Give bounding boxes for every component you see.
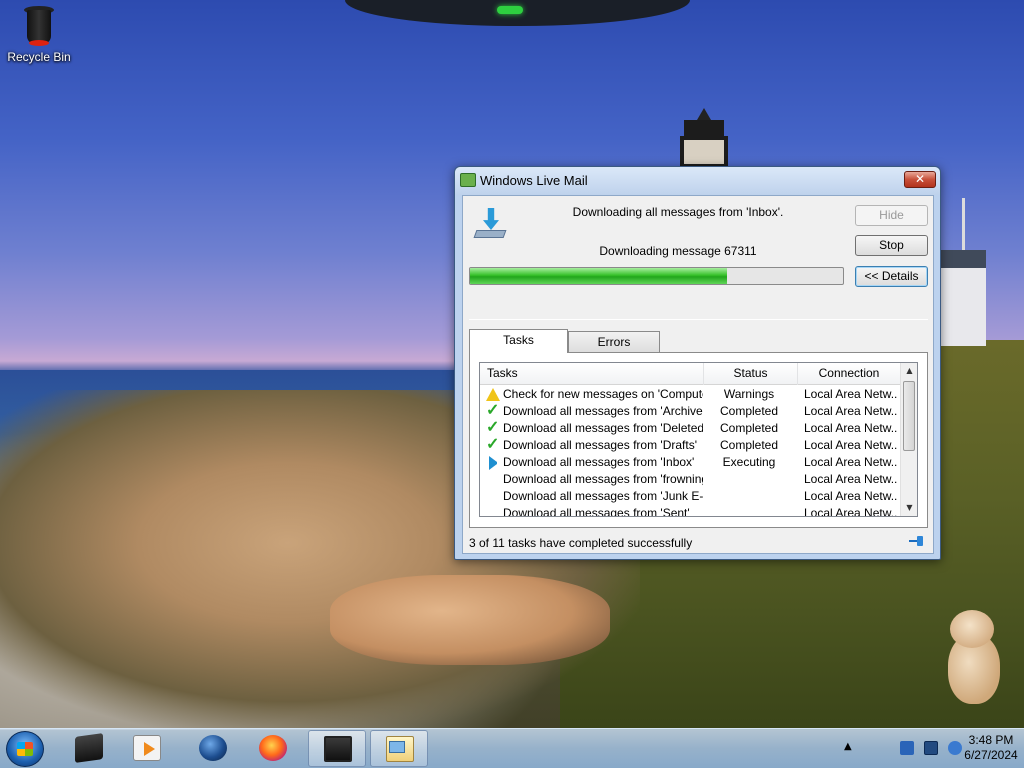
windows-live-mail-icon — [460, 173, 476, 187]
warning-icon — [486, 387, 500, 401]
scroll-up-icon[interactable]: ▲ — [901, 363, 917, 379]
clock[interactable]: 3:48 PM 6/27/2024 — [964, 733, 1018, 763]
firefox-icon — [259, 735, 287, 761]
download-icon — [473, 208, 507, 242]
system-tray: ▲ 3:48 PM 6/27/2024 — [834, 729, 1024, 768]
empty-status-icon — [486, 489, 500, 503]
task-row[interactable]: Download all messages from 'Inbox' Execut… — [480, 454, 901, 471]
task-connection-cell: Local Area Netw... — [804, 472, 898, 486]
tab-tasks[interactable]: Tasks — [469, 329, 568, 353]
wallpaper-rock — [330, 575, 610, 665]
monitor-icon — [324, 736, 352, 762]
task-connection-cell: Local Area Netw... — [804, 387, 898, 401]
mascot-image — [942, 610, 1004, 706]
stop-button[interactable]: Stop — [855, 235, 928, 256]
wallpaper-house — [940, 250, 986, 346]
task-task-cell: Download all messages from 'Inbox' — [503, 455, 695, 469]
globe-icon — [199, 735, 227, 761]
window-titlebar[interactable]: Windows Live Mail ✕ — [455, 167, 940, 195]
tab-errors[interactable]: Errors — [568, 331, 660, 352]
empty-status-icon — [486, 472, 500, 486]
task-connection-cell: Local Area Netw... — [804, 489, 898, 503]
mail-icon — [386, 736, 414, 762]
download-progress-bar — [469, 267, 844, 285]
task-status-cell: Completed — [719, 421, 779, 435]
task-status-cell: Executing — [722, 455, 776, 469]
progress-fill — [470, 268, 728, 284]
media-player-icon — [133, 735, 161, 761]
column-header-connection[interactable]: Connection — [798, 363, 901, 385]
taskbar-item-terminal[interactable] — [60, 730, 118, 767]
column-header-status[interactable]: Status — [704, 363, 798, 385]
desktop-icon-label: Recycle Bin — [7, 50, 71, 64]
clock-time: 3:48 PM — [968, 733, 1014, 747]
task-task-cell: Download all messages from 'frowning4' — [503, 472, 703, 486]
task-row[interactable]: Download all messages from 'frowning4' Lo… — [480, 471, 901, 488]
check-icon: ✓ — [486, 419, 500, 436]
wallpaper-mast — [962, 198, 965, 252]
window-client: Downloading all messages from 'Inbox'. D… — [462, 195, 934, 554]
task-task-cell: Check for new messages on 'Computer... — [503, 387, 703, 401]
windows-live-mail-window: Windows Live Mail ✕ Downloading all mess… — [454, 166, 941, 560]
volume-icon[interactable] — [900, 741, 914, 755]
task-task-cell: Download all messages from 'Drafts' — [503, 438, 697, 452]
clock-date: 6/27/2024 — [964, 748, 1018, 762]
task-row[interactable]: ✓ Download all messages from 'Drafts' Comp… — [480, 437, 901, 454]
separator — [469, 319, 928, 320]
pin-icon[interactable] — [909, 535, 925, 547]
tasks-panel: Tasks Status Connection Check for new me… — [469, 352, 928, 528]
scroll-down-icon[interactable]: ▼ — [901, 500, 917, 516]
task-connection-cell: Local Area Netw... — [804, 421, 898, 435]
taskbar-item-firefox[interactable] — [244, 730, 302, 767]
executing-icon — [489, 456, 503, 470]
task-status-cell: Completed — [719, 404, 779, 418]
check-icon: ✓ — [486, 402, 500, 419]
desktop-icon-recycle-bin[interactable]: Recycle Bin — [6, 4, 72, 64]
task-row[interactable]: Download all messages from 'Sent' Local A… — [480, 505, 901, 517]
column-header-tasks[interactable]: Tasks — [480, 363, 704, 385]
task-row[interactable]: Download all messages from 'Junk E-m... L… — [480, 488, 901, 505]
taskbar-item-mail[interactable] — [370, 730, 428, 767]
list-header: Tasks Status Connection — [480, 363, 901, 385]
task-status-cell: Completed — [719, 438, 779, 452]
task-status-cell: Warnings — [723, 387, 775, 401]
details-button[interactable]: << Details — [855, 266, 928, 287]
taskbar-item-monitor[interactable] — [308, 730, 366, 767]
tasks-list[interactable]: Tasks Status Connection Check for new me… — [479, 362, 918, 517]
vertical-scrollbar[interactable]: ▲ ▼ — [900, 363, 917, 516]
network-icon[interactable] — [924, 741, 938, 755]
show-hidden-icons-icon[interactable]: ▲ — [844, 741, 852, 752]
top-gadget — [345, 0, 690, 26]
download-detail: Downloading message 67311 — [599, 244, 757, 258]
check-icon: ✓ — [486, 436, 500, 453]
window-title: Windows Live Mail — [480, 173, 588, 188]
task-connection-cell: Local Area Netw... — [804, 506, 898, 517]
download-message: Downloading all messages from 'Inbox'. — [572, 205, 784, 219]
task-row[interactable]: Check for new messages on 'Computer... Wa… — [480, 386, 901, 403]
wallpaper-lighthouse — [680, 108, 728, 168]
start-button[interactable] — [6, 731, 44, 767]
tasks-status-text: 3 of 11 tasks have completed successfull… — [469, 536, 693, 550]
task-task-cell: Download all messages from 'Sent' — [503, 506, 690, 517]
task-row[interactable]: ✓ Download all messages from 'Archives' Co… — [480, 403, 901, 420]
terminal-icon — [75, 733, 103, 763]
action-center-icon[interactable] — [948, 741, 962, 755]
taskbar-item-media-player[interactable] — [118, 730, 176, 767]
task-connection-cell: Local Area Netw... — [804, 438, 898, 452]
taskbar-item-globe[interactable] — [184, 730, 242, 767]
task-task-cell: Download all messages from 'Junk E-m... — [503, 489, 703, 503]
task-task-cell: Download all messages from 'Deleted It..… — [503, 421, 703, 435]
task-task-cell: Download all messages from 'Archives' — [503, 404, 703, 418]
close-button[interactable]: ✕ — [904, 171, 936, 188]
empty-status-icon — [486, 506, 500, 516]
taskbar: ▲ 3:48 PM 6/27/2024 — [0, 728, 1024, 768]
hide-button[interactable]: Hide — [855, 205, 928, 226]
task-rows: Check for new messages on 'Computer... Wa… — [480, 386, 901, 517]
windows-logo-icon — [17, 742, 33, 756]
recycle-bin-icon — [21, 4, 57, 48]
task-connection-cell: Local Area Netw... — [804, 455, 898, 469]
scroll-thumb[interactable] — [903, 381, 915, 451]
task-row[interactable]: ✓ Download all messages from 'Deleted It.… — [480, 420, 901, 437]
task-connection-cell: Local Area Netw... — [804, 404, 898, 418]
